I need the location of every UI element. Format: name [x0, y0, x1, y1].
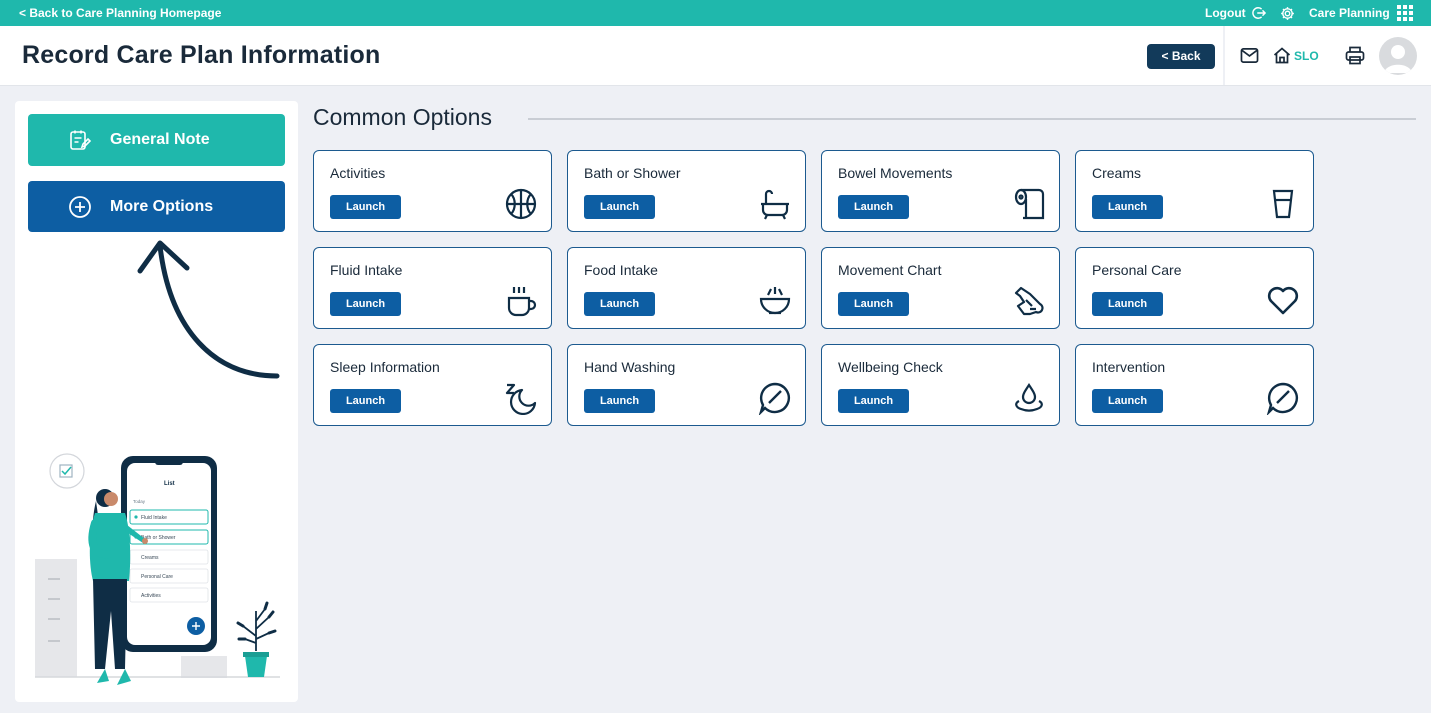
- launch-button[interactable]: Launch: [330, 292, 401, 316]
- heart-icon: [1267, 286, 1299, 315]
- launch-button[interactable]: Launch: [838, 292, 909, 316]
- card-title: Bowel Movements: [838, 165, 953, 181]
- launch-button[interactable]: Launch: [330, 195, 401, 219]
- launch-button[interactable]: Launch: [330, 389, 401, 413]
- home-location-label[interactable]: SLO: [1294, 49, 1319, 63]
- care-worker-illustration: List Today Fluid Intake Bath or Shower C…: [35, 453, 280, 685]
- pointer-arrow-icon: [137, 240, 280, 379]
- cup-icon: [1272, 189, 1294, 219]
- section-divider: [528, 118, 1416, 120]
- card-title: Intervention: [1092, 359, 1166, 375]
- card-title: Fluid Intake: [330, 262, 403, 278]
- option-card-hand-washing[interactable]: Hand Washing Launch: [567, 344, 806, 426]
- basketball-icon: [505, 188, 537, 220]
- card-title: Personal Care: [1092, 262, 1182, 278]
- general-note-label: General Note: [110, 131, 210, 148]
- option-card-fluid-intake[interactable]: Fluid Intake Launch: [313, 247, 552, 329]
- page-title: Record Care Plan Information: [22, 41, 381, 69]
- user-avatar[interactable]: [1379, 37, 1417, 75]
- back-button[interactable]: < Back: [1147, 44, 1215, 69]
- gear-icon[interactable]: [1280, 6, 1295, 21]
- mug-icon: [507, 287, 537, 317]
- back-to-homepage-link[interactable]: < Back to Care Planning Homepage: [19, 6, 221, 20]
- home-icon[interactable]: [1273, 47, 1291, 64]
- option-card-activities[interactable]: Activities Launch: [313, 150, 552, 232]
- toilet-paper-icon: [1014, 188, 1045, 220]
- launch-button[interactable]: Launch: [584, 195, 655, 219]
- launch-button[interactable]: Launch: [1092, 292, 1163, 316]
- phone-list-item: Personal Care: [141, 574, 173, 580]
- phone-list-section: Today: [133, 499, 146, 504]
- option-card-food-intake[interactable]: Food Intake Launch: [567, 247, 806, 329]
- launch-button[interactable]: Launch: [1092, 389, 1163, 413]
- option-card-personal-care[interactable]: Personal Care Launch: [1075, 247, 1314, 329]
- chat-check-icon: [758, 382, 790, 415]
- hand-icon: [1014, 286, 1044, 316]
- app-grid-icon[interactable]: [1397, 5, 1413, 21]
- general-note-button[interactable]: General Note: [28, 114, 285, 166]
- option-card-movement-chart[interactable]: Movement Chart Launch: [821, 247, 1060, 329]
- header-divider: [1223, 26, 1225, 85]
- card-title: Activities: [330, 165, 386, 181]
- page-header: Record Care Plan Information < Back SLO: [0, 26, 1431, 86]
- logout-icon[interactable]: [1252, 6, 1266, 20]
- option-card-wellbeing-check[interactable]: Wellbeing Check Launch: [821, 344, 1060, 426]
- section-title: Common Options: [313, 104, 492, 130]
- option-card-intervention[interactable]: Intervention Launch: [1075, 344, 1314, 426]
- option-card-sleep-information[interactable]: Sleep Information Launch: [313, 344, 552, 426]
- phone-list-item: Activities: [141, 593, 161, 599]
- card-title: Movement Chart: [838, 262, 942, 278]
- logout-link[interactable]: Logout: [1205, 6, 1246, 20]
- droplet-ripple-icon: [1015, 383, 1043, 412]
- left-panel: General Note More Options List Today Flu…: [15, 101, 298, 702]
- card-title: Hand Washing: [584, 359, 676, 375]
- option-card-bowel-movements[interactable]: Bowel Movements Launch: [821, 150, 1060, 232]
- avatar-silhouette-icon: [1384, 45, 1412, 73]
- phone-list-title: List: [164, 481, 175, 487]
- bathtub-icon: [761, 189, 789, 220]
- more-options-label: More Options: [110, 198, 214, 215]
- launch-button[interactable]: Launch: [1092, 195, 1163, 219]
- bowl-icon: [759, 287, 791, 315]
- launch-button[interactable]: Launch: [838, 389, 909, 413]
- option-card-creams[interactable]: Creams Launch: [1075, 150, 1314, 232]
- printer-icon[interactable]: [1345, 46, 1365, 65]
- card-title: Creams: [1092, 165, 1142, 181]
- launch-button[interactable]: Launch: [838, 195, 909, 219]
- more-options-button[interactable]: More Options: [28, 181, 285, 232]
- phone-list-item: Creams: [141, 555, 159, 561]
- card-title: Bath or Shower: [584, 165, 681, 181]
- plus-circle-icon: [69, 196, 91, 218]
- card-title: Sleep Information: [330, 359, 440, 375]
- launch-button[interactable]: Launch: [584, 292, 655, 316]
- chat-check-icon: [1266, 382, 1298, 415]
- mail-icon[interactable]: [1240, 47, 1259, 64]
- sleep-moon-icon: [505, 383, 537, 415]
- note-edit-icon: [70, 130, 92, 150]
- option-card-bath-or-shower[interactable]: Bath or Shower Launch: [567, 150, 806, 232]
- top-bar: < Back to Care Planning Homepage Logout …: [0, 0, 1431, 26]
- phone-list-item: Fluid Intake: [141, 515, 167, 521]
- card-title: Wellbeing Check: [838, 359, 943, 375]
- launch-button[interactable]: Launch: [584, 389, 655, 413]
- card-title: Food Intake: [584, 262, 658, 278]
- app-switcher-label[interactable]: Care Planning: [1309, 6, 1390, 20]
